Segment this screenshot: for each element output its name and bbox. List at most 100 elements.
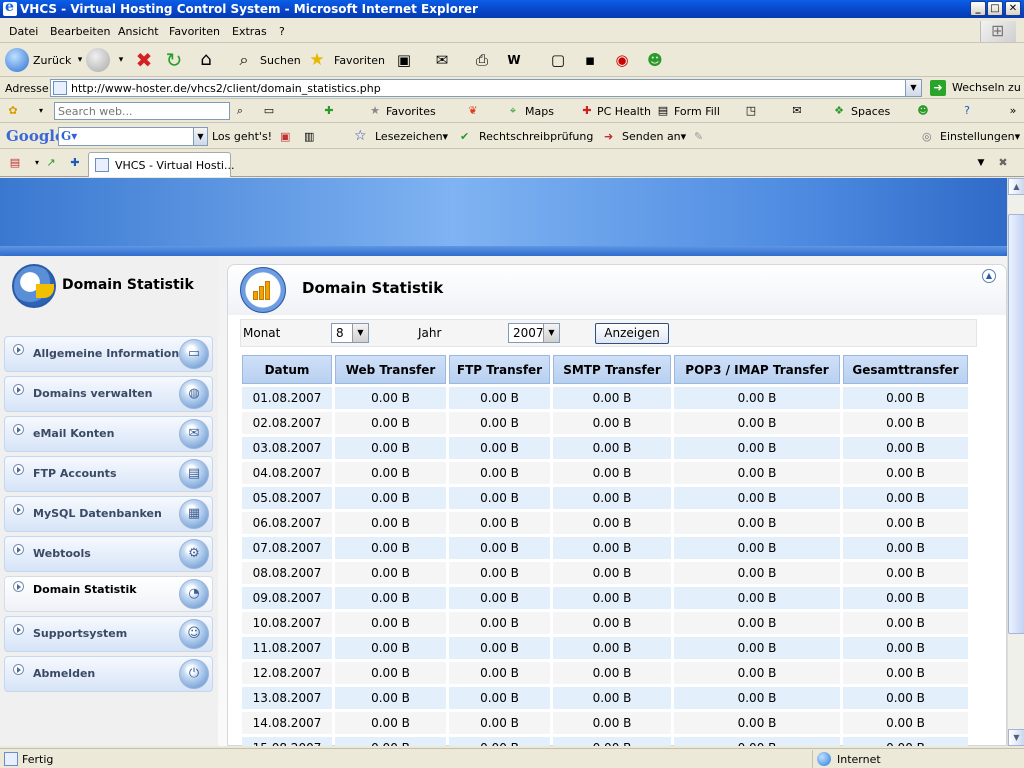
sidebar-item-supportsystem[interactable]: Supportsystem ☺	[4, 616, 213, 652]
settings-icon[interactable]: ◎	[922, 130, 932, 143]
tab-list-dropdown-icon[interactable]: ▼	[974, 156, 988, 170]
pagerank-icon[interactable]: ▥	[304, 130, 314, 143]
favorites-button-label[interactable]: Favoriten	[334, 54, 385, 67]
year-dropdown-icon[interactable]: ▼	[543, 324, 559, 342]
new-tab-plus-icon[interactable]: ✚	[68, 156, 82, 170]
tab-vhcs[interactable]: VHCS - Virtual Hosti...	[88, 152, 234, 177]
add-favorite-icon[interactable]: ↗	[44, 156, 58, 170]
year-select[interactable]: 2007 ▼	[508, 323, 560, 343]
help-icon[interactable]: ?	[960, 104, 974, 118]
sidebar-item-domains-verwalten[interactable]: Domains verwalten ◍	[4, 376, 213, 412]
google-dropdown-icon[interactable]: ▼	[193, 128, 207, 145]
go-button[interactable]: ➜ Wechseln zu	[928, 79, 1024, 97]
sidebar-item-domain-statistik[interactable]: Domain Statistik ◔	[4, 576, 213, 612]
sidebar-item-label[interactable]: Domains verwalten	[33, 387, 153, 400]
maps-link[interactable]: Maps	[525, 105, 554, 118]
google-search-prefix[interactable]: G▾	[61, 129, 77, 143]
highlight-icon[interactable]: ▭	[262, 104, 276, 118]
year-select-value[interactable]: 2007	[513, 326, 544, 340]
send-icon[interactable]: ➜	[604, 130, 613, 143]
butterfly-icon[interactable]: ❦	[466, 104, 480, 118]
web-search-input[interactable]	[55, 103, 225, 119]
toolbar-logo-icon[interactable]: ✿	[6, 104, 20, 118]
settings-button[interactable]: Einstellungen▾	[940, 130, 1020, 143]
mail-bar-icon[interactable]: ✉	[790, 104, 804, 118]
menu-extras[interactable]: Extras	[232, 25, 267, 38]
tab-label[interactable]: VHCS - Virtual Hosti...	[115, 159, 234, 172]
print-icon[interactable]: ⎙	[472, 50, 492, 70]
menu-view[interactable]: Ansicht	[118, 25, 159, 38]
close-button[interactable]: ✕	[1005, 1, 1021, 16]
maps-icon[interactable]: ⌖	[506, 104, 520, 118]
spellcheck-button[interactable]: Rechtschreibprüfung	[479, 130, 593, 143]
sidebar-item-label[interactable]: MySQL Datenbanken	[33, 507, 162, 520]
month-select[interactable]: 8 ▼	[331, 323, 369, 343]
search-button-label[interactable]: Suchen	[260, 54, 301, 67]
month-select-value[interactable]: 8	[336, 326, 344, 340]
forward-dropdown-icon[interactable]: ▾	[111, 50, 131, 70]
back-button-label[interactable]: Zurück	[33, 54, 71, 67]
forward-arrow-icon[interactable]	[86, 48, 110, 72]
menu-help[interactable]: ?	[279, 25, 285, 38]
menu-favorites[interactable]: Favoriten	[169, 25, 220, 38]
pc-health-link[interactable]: PC Health	[597, 105, 651, 118]
highlighter-icon[interactable]: ✎	[694, 130, 703, 143]
form-fill-link[interactable]: Form Fill	[674, 105, 720, 118]
sidebar-item-webtools[interactable]: Webtools ⚙	[4, 536, 213, 572]
messenger-icon[interactable]: ▪	[580, 50, 600, 70]
menu-edit[interactable]: Bearbeiten	[50, 25, 110, 38]
users-icon[interactable]: ☻	[645, 50, 665, 70]
favorites-bar-star-icon[interactable]: ★	[368, 104, 382, 118]
pc-health-icon[interactable]: ✚	[580, 104, 594, 118]
scroll-up-icon[interactable]: ▲	[1008, 178, 1024, 195]
sidebar-item-label[interactable]: FTP Accounts	[33, 467, 117, 480]
maximize-button[interactable]: □	[987, 1, 1003, 16]
spaces-link[interactable]: Spaces	[851, 105, 890, 118]
stop-icon[interactable]: ✖	[134, 50, 154, 70]
scroll-down-icon[interactable]: ▼	[1008, 729, 1024, 746]
news-icon[interactable]: ▣	[280, 130, 290, 143]
rss-icon[interactable]: ◳	[744, 104, 758, 118]
address-dropdown-icon[interactable]: ▼	[905, 80, 921, 96]
google-go-button[interactable]: Los geht's!	[212, 130, 272, 143]
sidebar-item-mysql-datenbanken[interactable]: MySQL Datenbanken ▦	[4, 496, 213, 532]
sidebar-item-label[interactable]: eMail Konten	[33, 427, 114, 440]
mail-icon[interactable]: ✉	[432, 50, 452, 70]
bookmarks-button[interactable]: Lesezeichen▾	[375, 130, 448, 143]
toolbar-overflow-icon[interactable]: »	[1006, 104, 1020, 118]
spaces-icon[interactable]: ❖	[832, 104, 846, 118]
google-search-field[interactable]: G▾ ▼	[58, 127, 208, 146]
month-dropdown-icon[interactable]: ▼	[352, 324, 368, 342]
favorites-link[interactable]: Favorites	[386, 105, 436, 118]
home-icon[interactable]: ⌂	[196, 50, 216, 70]
collapse-panel-icon[interactable]: ▲	[982, 269, 996, 283]
sidebar-item-label[interactable]: Allgemeine Informationen	[33, 347, 195, 360]
close-tab-icon[interactable]: ✖	[996, 156, 1010, 170]
web-search-field[interactable]	[54, 102, 230, 120]
refresh-icon[interactable]: ↻	[164, 50, 184, 70]
go-button-label[interactable]: Wechseln zu	[952, 81, 1021, 94]
favorites-center-dropdown-icon[interactable]: ▾	[30, 156, 44, 170]
toolbar-dropdown-icon[interactable]: ▾	[34, 104, 48, 118]
edit-word-icon[interactable]: W	[504, 50, 524, 70]
sidebar-item-label[interactable]: Webtools	[33, 547, 91, 560]
sidebar-item-label[interactable]: Supportsystem	[33, 627, 127, 640]
bookmark-star-icon[interactable]: ☆	[354, 128, 367, 144]
history-icon[interactable]: ▣	[394, 50, 414, 70]
menu-file[interactable]: Datei	[9, 25, 38, 38]
search-icon[interactable]: ⌕	[234, 50, 254, 70]
add-icon[interactable]: ✚	[322, 104, 336, 118]
back-arrow-icon[interactable]	[5, 48, 29, 72]
sidebar-item-allgemeine-informationen[interactable]: Allgemeine Informationen ▭	[4, 336, 213, 372]
casino-icon[interactable]: ◉	[612, 50, 632, 70]
show-button[interactable]: Anzeigen	[595, 323, 669, 344]
sidebar-item-label[interactable]: Domain Statistik	[33, 583, 137, 596]
send-button[interactable]: Senden an▾	[622, 130, 686, 143]
sidebar-item-email-konten[interactable]: eMail Konten ✉	[4, 416, 213, 452]
sidebar-item-abmelden[interactable]: Abmelden ⏻	[4, 656, 213, 692]
vertical-scrollbar[interactable]: ▲ ▼	[1007, 178, 1024, 746]
address-url[interactable]: http://www-hoster.de/vhcs2/client/domain…	[71, 82, 381, 95]
favorites-star-icon[interactable]: ★	[307, 50, 327, 70]
favorites-center-icon[interactable]: ▤	[8, 156, 22, 170]
form-fill-icon[interactable]: ▤	[656, 104, 670, 118]
